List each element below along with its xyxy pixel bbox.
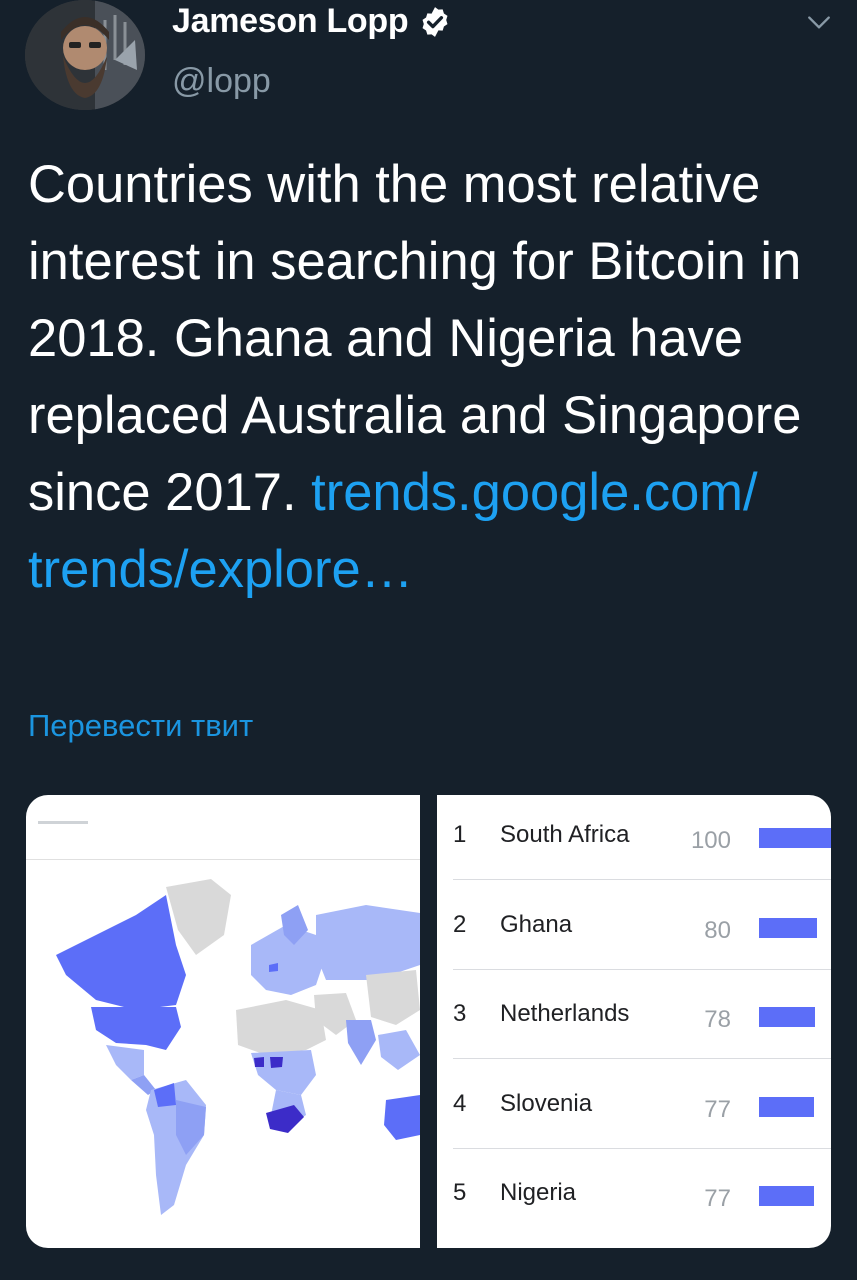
- ranking-row[interactable]: 3 Netherlands 78: [437, 974, 831, 1064]
- country-name: Slovenia: [500, 1090, 593, 1117]
- avatar-image: [25, 0, 145, 110]
- ranking-panel[interactable]: 1 South Africa 100 2 Ghana 80 3 Netherla…: [437, 795, 831, 1248]
- row-divider: [453, 1058, 831, 1059]
- chevron-down-icon[interactable]: [806, 10, 832, 36]
- map-australia: [384, 1095, 420, 1140]
- author-name[interactable]: Jameson Lopp: [172, 2, 409, 41]
- country-name: South Africa: [500, 821, 630, 848]
- map-colombia: [154, 1083, 176, 1107]
- map-mexico: [106, 1045, 144, 1080]
- map-usa: [91, 1007, 181, 1050]
- rank-number: 2: [453, 911, 467, 938]
- map-ghana: [254, 1057, 264, 1067]
- map-india: [346, 1020, 376, 1065]
- translate-tweet-link[interactable]: Перевести твит: [28, 708, 253, 744]
- map-panel[interactable]: [26, 795, 420, 1248]
- country-name: Nigeria: [500, 1179, 577, 1206]
- interest-value: 80: [704, 917, 731, 944]
- row-divider: [453, 969, 831, 970]
- interest-value: 100: [690, 827, 731, 854]
- row-divider: [453, 1148, 831, 1149]
- map-africa-north: [236, 1000, 326, 1055]
- rank-number: 5: [453, 1179, 467, 1206]
- map-greenland: [166, 879, 231, 955]
- ranking-row[interactable]: 4 Slovenia 77: [437, 1064, 831, 1154]
- interest-bar: [759, 1186, 814, 1206]
- author-handle[interactable]: @lopp: [172, 62, 271, 101]
- rank-number: 4: [453, 1090, 467, 1117]
- tweet-media[interactable]: 1 South Africa 100 2 Ghana 80 3 Netherla…: [26, 795, 831, 1248]
- map-southeast-asia: [378, 1030, 420, 1070]
- map-russia: [316, 905, 420, 980]
- interest-bar: [759, 918, 817, 938]
- map-nigeria: [270, 1057, 283, 1068]
- map-africa-central: [251, 1050, 316, 1095]
- verified-badge-icon: [422, 6, 448, 37]
- rank-number: 1: [453, 821, 467, 848]
- interest-value: 77: [704, 1185, 731, 1212]
- avatar[interactable]: [25, 0, 145, 110]
- interest-bar: [759, 828, 831, 848]
- interest-bar: [759, 1097, 814, 1117]
- world-map: [56, 879, 420, 1215]
- interest-bar: [759, 1007, 815, 1027]
- map-canada: [56, 895, 186, 1010]
- interest-value: 78: [704, 1006, 731, 1033]
- author-row[interactable]: Jameson Lopp: [172, 2, 452, 41]
- country-name: Ghana: [500, 911, 573, 938]
- tweet-text: Countries with the most relative interes…: [28, 146, 838, 608]
- map-china: [366, 970, 420, 1025]
- interest-value: 77: [704, 1096, 731, 1123]
- ranking-row[interactable]: 1 South Africa 100: [437, 795, 831, 885]
- country-name: Netherlands: [500, 1000, 630, 1027]
- rank-number: 3: [453, 1000, 467, 1027]
- ranking-row[interactable]: 2 Ghana 80: [437, 885, 831, 975]
- ranking-row[interactable]: 5 Nigeria 77: [437, 1153, 831, 1243]
- row-divider: [453, 879, 831, 880]
